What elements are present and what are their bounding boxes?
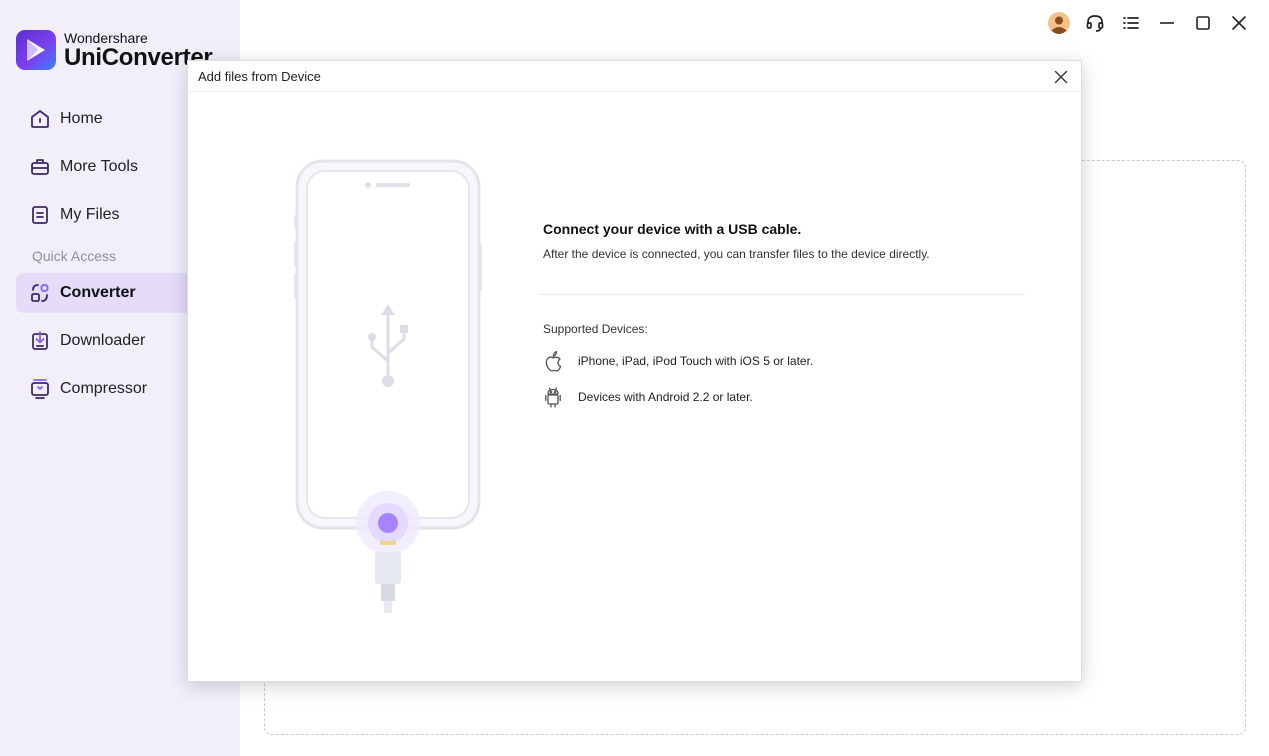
supported-device-text: iPhone, iPad, iPod Touch with iOS 5 or l… [578,354,814,368]
add-files-from-device-dialog: Add files from Device Connect your devic… [187,60,1082,682]
brand: Wondershare UniConverter [16,29,213,70]
home-icon [28,107,52,131]
close-window-button[interactable] [1221,10,1257,36]
headset-icon [1086,15,1104,32]
converter-icon [28,281,52,305]
apple-icon [543,350,563,372]
files-icon [28,203,52,227]
supported-device-ios: iPhone, iPad, iPod Touch with iOS 5 or l… [543,350,1033,372]
phone-usb-illustration [288,153,488,623]
menu-button[interactable] [1113,10,1149,36]
connect-instructions: Connect your device with a USB cable. Af… [539,221,1033,408]
compressor-icon [28,377,52,401]
instructions-heading: Connect your device with a USB cable. [543,221,802,237]
app-logo-icon [16,30,56,70]
close-icon [1232,16,1246,30]
supported-device-android: Devices with Android 2.2 or later. [543,386,1033,408]
downloader-icon [28,329,52,353]
sidebar-item-label: Compressor [60,380,148,397]
avatar-icon [1048,12,1070,34]
support-button[interactable] [1077,10,1113,36]
supported-devices-label: Supported Devices: [543,322,648,336]
brand-company: Wondershare [64,29,148,46]
supported-device-text: Devices with Android 2.2 or later. [578,390,753,404]
minimize-button[interactable] [1149,10,1185,36]
sidebar-item-label: Home [60,110,103,127]
account-button[interactable] [1041,10,1077,36]
divider [539,294,1025,295]
sidebar-item-label: My Files [60,206,120,223]
maximize-icon [1196,16,1210,30]
sidebar-item-label: Downloader [60,332,146,349]
close-icon [1054,70,1068,84]
sidebar-item-label: Converter [60,284,136,301]
sidebar-item-label: More Tools [60,158,138,175]
dialog-title: Add files from Device [198,68,321,84]
menu-list-icon [1123,17,1139,29]
dialog-header: Add files from Device [188,61,1081,92]
minimize-icon [1160,22,1174,24]
toolbox-icon [28,155,52,179]
dialog-close-button[interactable] [1051,67,1071,87]
instructions-description: After the device is connected, you can t… [543,247,930,261]
android-icon [543,386,563,408]
window-controls [1041,10,1257,36]
maximize-button[interactable] [1185,10,1221,36]
